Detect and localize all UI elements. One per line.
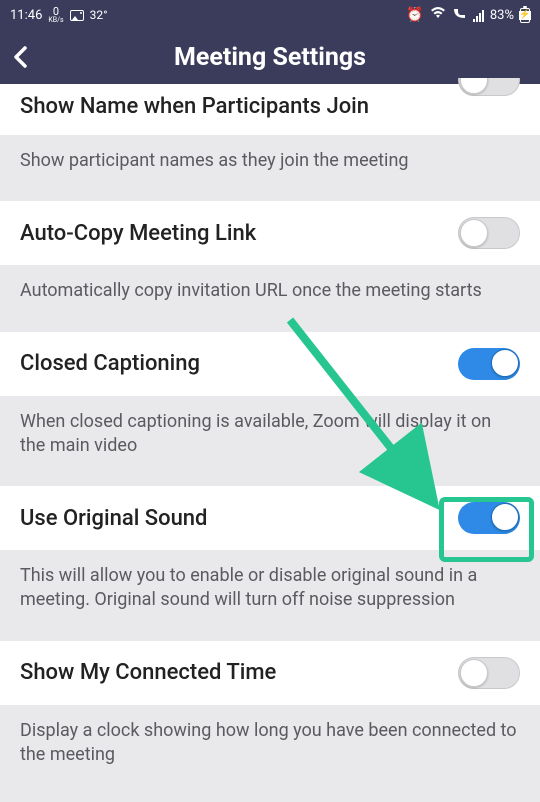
wifi-icon	[430, 7, 446, 23]
back-button[interactable]	[0, 30, 40, 84]
status-left: 11:46 0 KB/s 32°	[10, 6, 108, 24]
battery-percent: 83%	[490, 8, 514, 23]
chevron-left-icon	[13, 46, 27, 68]
toggle-closed-caption[interactable]	[458, 348, 520, 380]
battery-icon: ⚡	[520, 8, 530, 23]
setting-desc: When closed captioning is available, Zoo…	[0, 396, 540, 487]
volte-icon	[452, 7, 467, 24]
setting-title: Closed Captioning	[20, 351, 200, 376]
setting-title: Show Name when Participants Join	[20, 94, 369, 119]
status-temp: 32°	[90, 8, 108, 22]
status-time: 11:46	[10, 8, 42, 23]
picture-icon	[70, 10, 84, 21]
status-right: ⏰ 83% ⚡	[406, 7, 530, 24]
setting-title: Show My Connected Time	[20, 660, 276, 685]
setting-row-connected-time[interactable]: Show My Connected Time	[0, 641, 540, 705]
setting-title: Auto-Copy Meeting Link	[20, 221, 256, 246]
toggle-connected-time[interactable]	[458, 657, 520, 689]
setting-desc: Automatically copy invitation URL once t…	[0, 265, 540, 331]
setting-desc: Show participant names as they join the …	[0, 135, 540, 201]
kbps-indicator: 0 KB/s	[48, 6, 63, 24]
toggle-show-name[interactable]	[458, 78, 520, 96]
alarm-icon: ⏰	[406, 7, 423, 23]
setting-row-show-name[interactable]: Show Name when Participants Join	[0, 84, 540, 135]
toggle-original-sound[interactable]	[458, 502, 520, 534]
toggle-auto-copy[interactable]	[458, 217, 520, 249]
header: Meeting Settings	[0, 30, 540, 84]
setting-row-original-sound[interactable]: Use Original Sound	[0, 486, 540, 550]
status-bar: 11:46 0 KB/s 32° ⏰ 83% ⚡	[0, 0, 540, 30]
setting-desc: Display a clock showing how long you hav…	[0, 705, 540, 796]
signal-icon	[473, 9, 484, 22]
setting-desc: This will allow you to enable or disable…	[0, 550, 540, 641]
setting-title: Use Original Sound	[20, 506, 207, 531]
toggle-wrap[interactable]	[458, 78, 520, 100]
page-title: Meeting Settings	[0, 43, 540, 72]
setting-row-auto-copy[interactable]: Auto-Copy Meeting Link	[0, 201, 540, 265]
setting-row-closed-caption[interactable]: Closed Captioning	[0, 332, 540, 396]
